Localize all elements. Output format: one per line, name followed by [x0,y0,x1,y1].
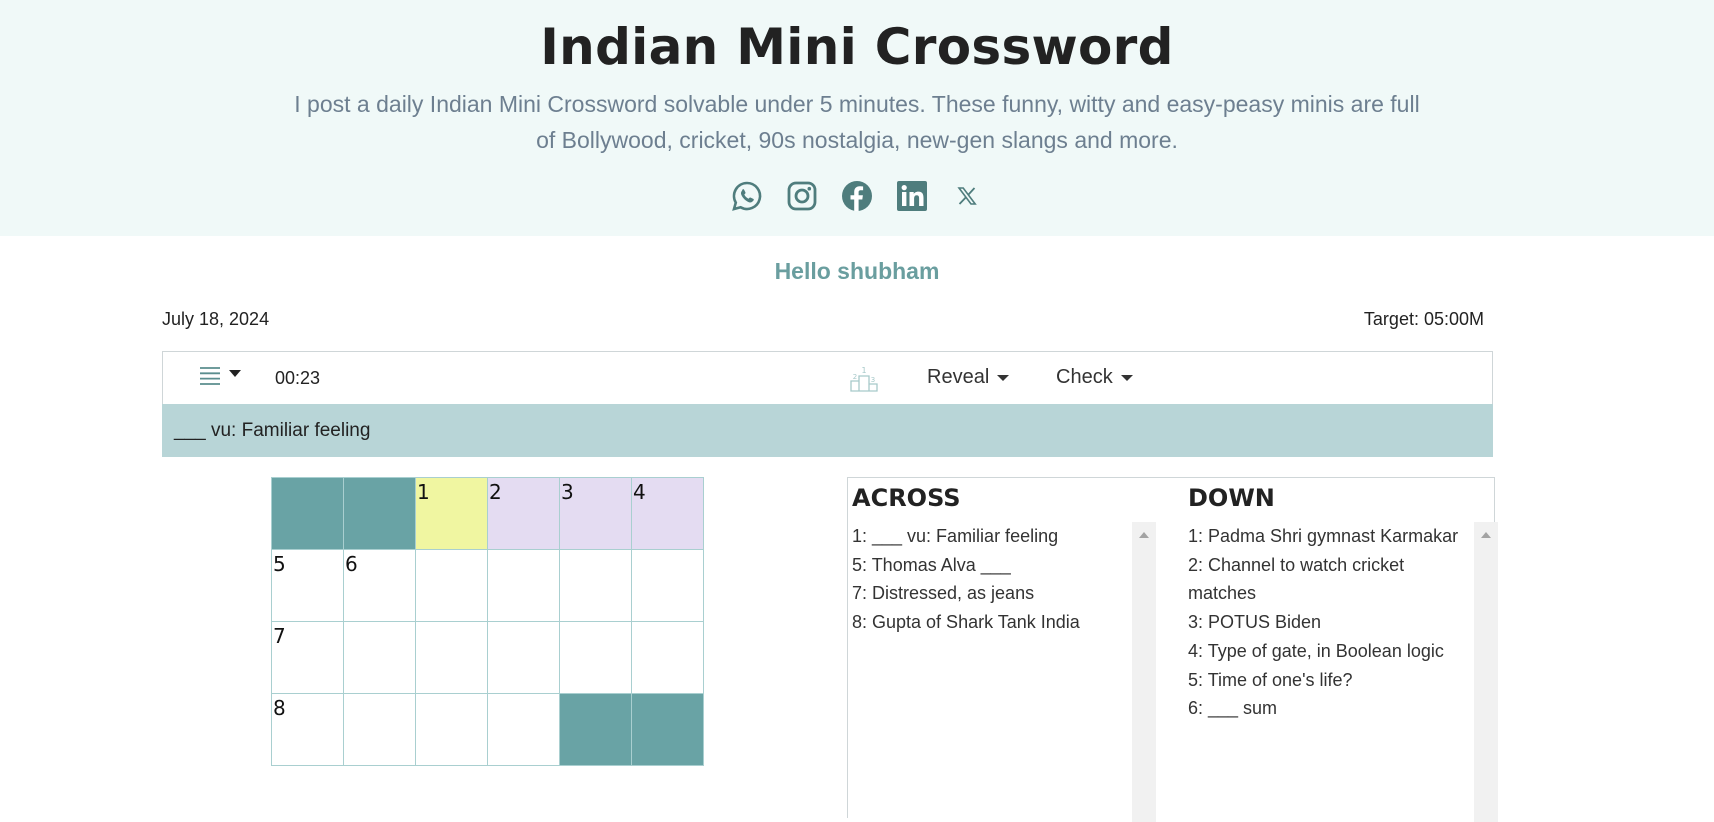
grid-cell[interactable] [632,550,704,622]
clues-panel: ACROSS 1: ___ vu: Familiar feeling 5: Tho… [847,477,1498,822]
grid-cell[interactable] [560,622,632,694]
across-clue-item[interactable]: 7: Distressed, as jeans [852,579,1132,608]
grid-cell[interactable]: 7 [272,622,344,694]
svg-text:3: 3 [871,376,875,384]
cell-number: 4 [633,480,646,504]
current-clue: ___ vu: Familiar feeling [174,419,371,441]
down-clue-item[interactable]: 6: ___ sum [1188,694,1468,723]
cell-number: 3 [561,480,574,504]
grid-cell[interactable]: 4 [632,478,704,550]
whatsapp-icon[interactable] [731,180,763,212]
cell-number: 5 [273,552,286,576]
grid-cell[interactable] [344,694,416,766]
reveal-label: Reveal [927,366,990,388]
block-cell [560,694,632,766]
menu-button[interactable] [199,366,241,386]
check-label: Check [1056,366,1113,388]
down-clue-item[interactable]: 4: Type of gate, in Boolean logic [1188,637,1468,666]
x-icon[interactable] [951,180,983,212]
social-links [0,180,1714,212]
crossword-board: 00:23 1 2 3 Reveal Check ___ vu: Familia… [162,351,1493,457]
block-cell [632,694,704,766]
block-cell [344,478,416,550]
grid-cell[interactable] [416,550,488,622]
cell-number: 7 [273,624,286,648]
across-clue-item[interactable]: 5: Thomas Alva ___ [852,551,1132,580]
down-clue-item[interactable]: 5: Time of one's life? [1188,666,1468,695]
svg-text:2: 2 [853,373,857,381]
chevron-down-icon [1120,374,1133,381]
svg-text:1: 1 [861,366,866,375]
grid-cell[interactable]: 1 [416,478,488,550]
cell-number: 1 [417,480,430,504]
page-title: Indian Mini Crossword [540,18,1174,76]
target-time: Target: 05:00M [1363,309,1484,329]
down-clues: DOWN 1: Padma Shri gymnast Karmakar 2: Ch… [1188,478,1498,822]
across-clue-item[interactable]: 8: Gupta of Shark Tank India [852,608,1132,637]
grid-cell[interactable]: 5 [272,550,344,622]
reveal-dropdown[interactable]: Reveal [927,366,1010,389]
check-dropdown[interactable]: Check [1056,366,1133,389]
grid-cell[interactable] [416,622,488,694]
grid-cell[interactable] [560,550,632,622]
linkedin-icon[interactable] [896,180,928,212]
puzzle-meta: July 18, 2024 Target: 05:00M [162,309,1484,330]
current-clue-bar: ___ vu: Familiar feeling [162,404,1493,457]
down-scrollbar[interactable] [1474,522,1498,822]
across-list: 1: ___ vu: Familiar feeling 5: Thomas Alv… [852,522,1132,637]
chevron-down-icon [229,369,241,377]
timer: 00:23 [275,368,321,388]
across-heading: ACROSS [852,484,961,512]
grid-cell[interactable]: 8 [272,694,344,766]
instagram-icon[interactable] [786,180,818,212]
down-list: 1: Padma Shri gymnast Karmakar 2: Channel… [1188,522,1468,723]
cell-number: 8 [273,696,286,720]
leaderboard-icon[interactable]: 1 2 3 [850,364,878,397]
across-scrollbar[interactable] [1132,522,1156,822]
toolbar: 00:23 1 2 3 Reveal Check [162,351,1493,404]
down-clue-item[interactable]: 3: POTUS Biden [1188,608,1468,637]
crossword-grid: 1 2 3 4 5 6 7 8 [271,477,704,766]
cell-number: 2 [489,480,502,504]
grid-cell[interactable] [488,694,560,766]
across-clue-item[interactable]: 1: ___ vu: Familiar feeling [852,522,1132,551]
scroll-up-icon[interactable] [1139,532,1149,538]
grid-cell[interactable] [344,622,416,694]
hero-banner: Indian Mini Crossword I post a daily Ind… [0,0,1714,236]
block-cell [272,478,344,550]
puzzle-date: July 18, 2024 [162,309,270,329]
grid-cell[interactable]: 2 [488,478,560,550]
grid-cell[interactable] [488,622,560,694]
menu-icon [200,367,220,385]
facebook-icon[interactable] [841,180,873,212]
chevron-down-icon [997,374,1010,381]
grid-cell[interactable] [632,622,704,694]
down-clue-item[interactable]: 1: Padma Shri gymnast Karmakar [1188,522,1468,551]
grid-cell[interactable] [488,550,560,622]
across-clues: ACROSS 1: ___ vu: Familiar feeling 5: Tho… [852,478,1157,822]
down-heading: DOWN [1188,484,1275,512]
scroll-up-icon[interactable] [1481,532,1491,538]
grid-cell[interactable]: 6 [344,550,416,622]
greeting: Hello shubham [774,258,940,284]
cell-number: 6 [345,552,358,576]
down-clue-item[interactable]: 2: Channel to watch cricket matches [1188,551,1468,608]
grid-cell[interactable] [416,694,488,766]
page-subtitle: I post a daily Indian Mini Crossword sol… [294,91,1420,153]
grid-cell[interactable]: 3 [560,478,632,550]
